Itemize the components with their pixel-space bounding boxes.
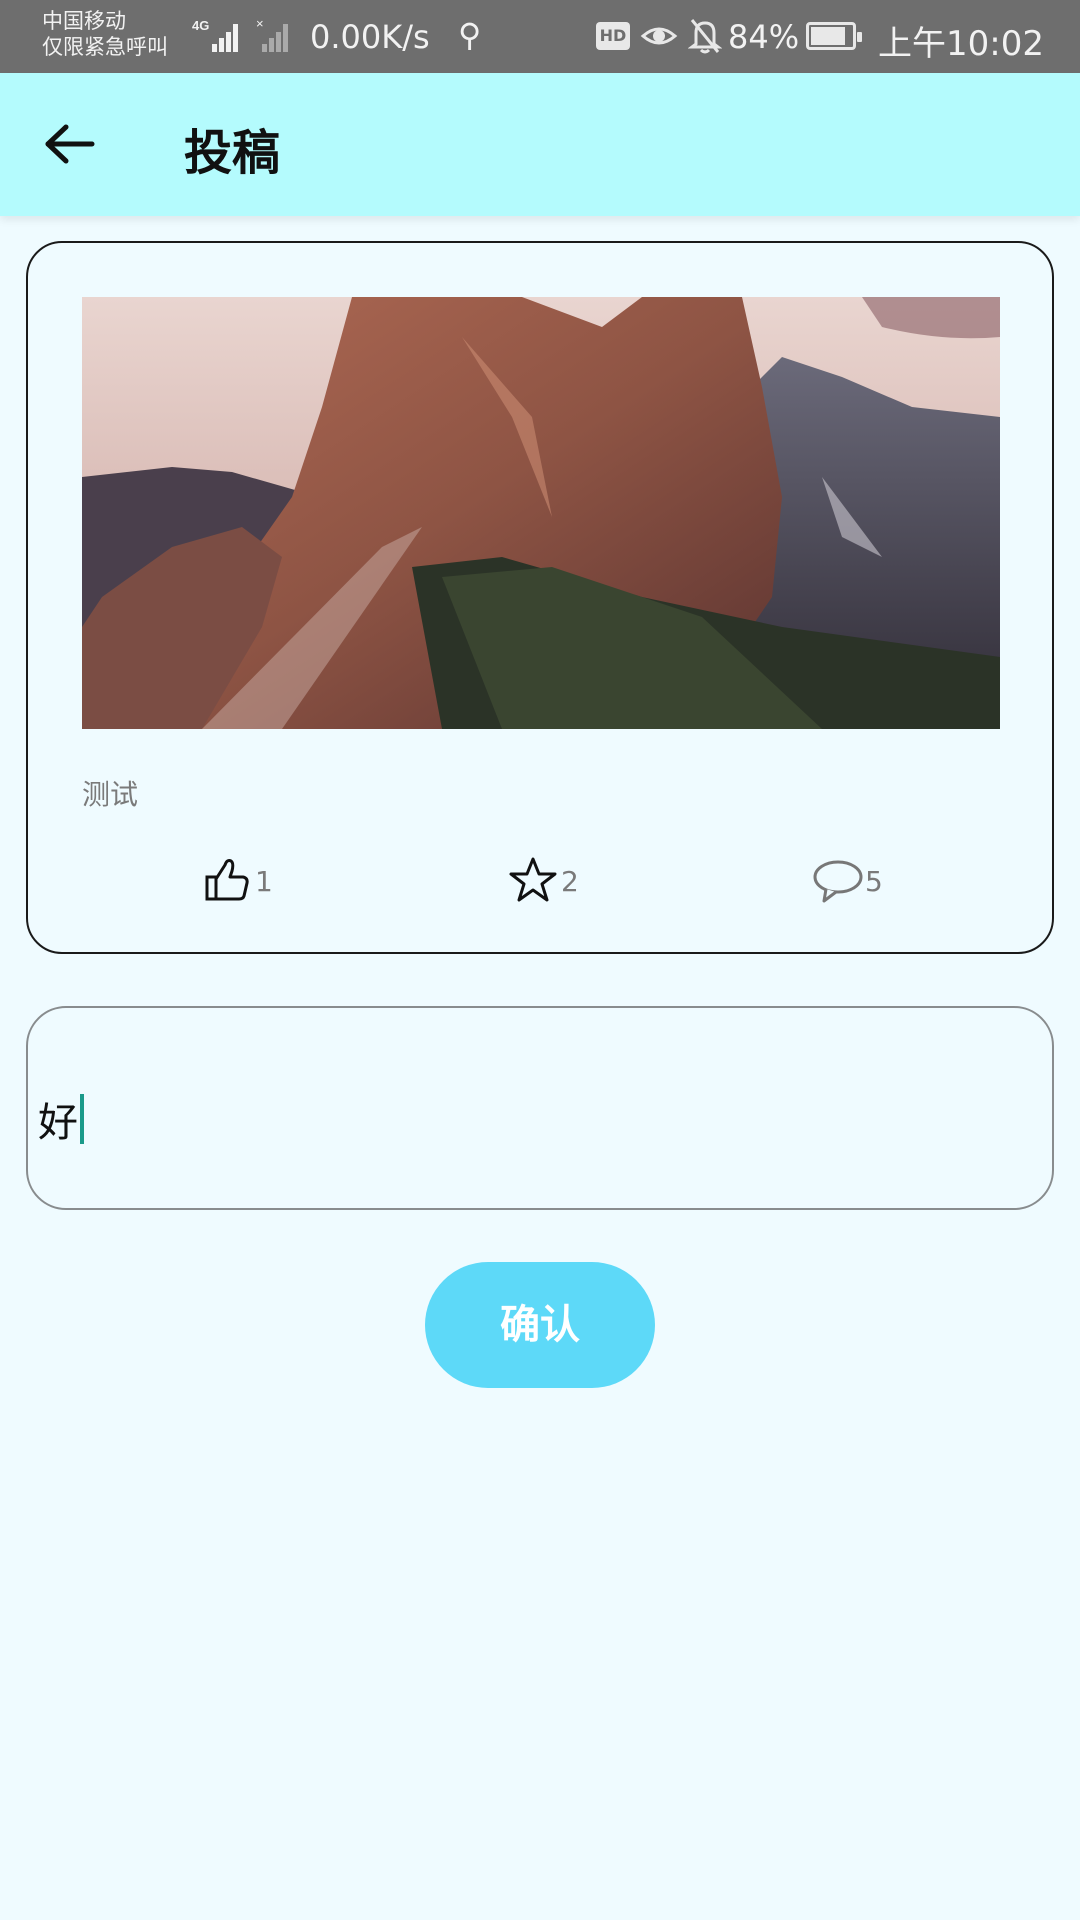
clock: 上午10:02 xyxy=(878,24,1044,64)
confirm-button[interactable]: 确认 xyxy=(425,1262,655,1388)
carrier-info: 中国移动 仅限紧急呼叫 xyxy=(42,8,168,60)
usb-icon: ⚲ xyxy=(458,16,482,54)
like-count: 1 xyxy=(255,865,273,898)
signal-no-sim-icon: × xyxy=(256,16,288,52)
mute-bell-icon xyxy=(688,19,722,54)
comment-icon xyxy=(813,860,863,903)
post-caption: 测试 xyxy=(82,778,139,811)
battery-icon xyxy=(806,22,862,50)
comment-input-value: 好 xyxy=(38,1100,78,1146)
battery-level xyxy=(811,27,845,45)
comment-input[interactable]: 好 xyxy=(26,1006,1054,1210)
post-card: 测试 1 2 5 xyxy=(26,241,1054,954)
like-button[interactable]: 1 xyxy=(203,855,273,907)
page-title: 投稿 xyxy=(184,125,281,181)
post-image xyxy=(82,297,1000,729)
network-type: 4G xyxy=(192,18,209,33)
eye-comfort-icon xyxy=(640,27,678,45)
network-speed: 0.00K/s xyxy=(310,18,430,56)
svg-text:×: × xyxy=(256,16,264,31)
app-bar: 投稿 xyxy=(0,73,1080,216)
comment-count: 5 xyxy=(865,865,883,898)
comment-button[interactable]: 5 xyxy=(812,855,892,907)
comment-input-text: 好 xyxy=(38,1090,84,1148)
status-bar: 中国移动 仅限紧急呼叫 4G × 0.00K/s ⚲ HD 84% 上午10:0… xyxy=(0,0,1080,73)
arrow-left-icon[interactable] xyxy=(40,119,100,169)
favorite-count: 2 xyxy=(561,865,579,898)
battery-percent: 84% xyxy=(728,18,800,56)
star-icon xyxy=(509,857,557,902)
thumbs-up-icon xyxy=(205,859,249,901)
carrier-name: 中国移动 xyxy=(42,9,126,33)
text-caret xyxy=(80,1094,84,1144)
carrier-status: 仅限紧急呼叫 xyxy=(42,35,168,59)
hd-badge: HD xyxy=(596,22,630,50)
favorite-button[interactable]: 2 xyxy=(508,855,588,907)
signal-4g-icon: 4G xyxy=(192,18,238,52)
